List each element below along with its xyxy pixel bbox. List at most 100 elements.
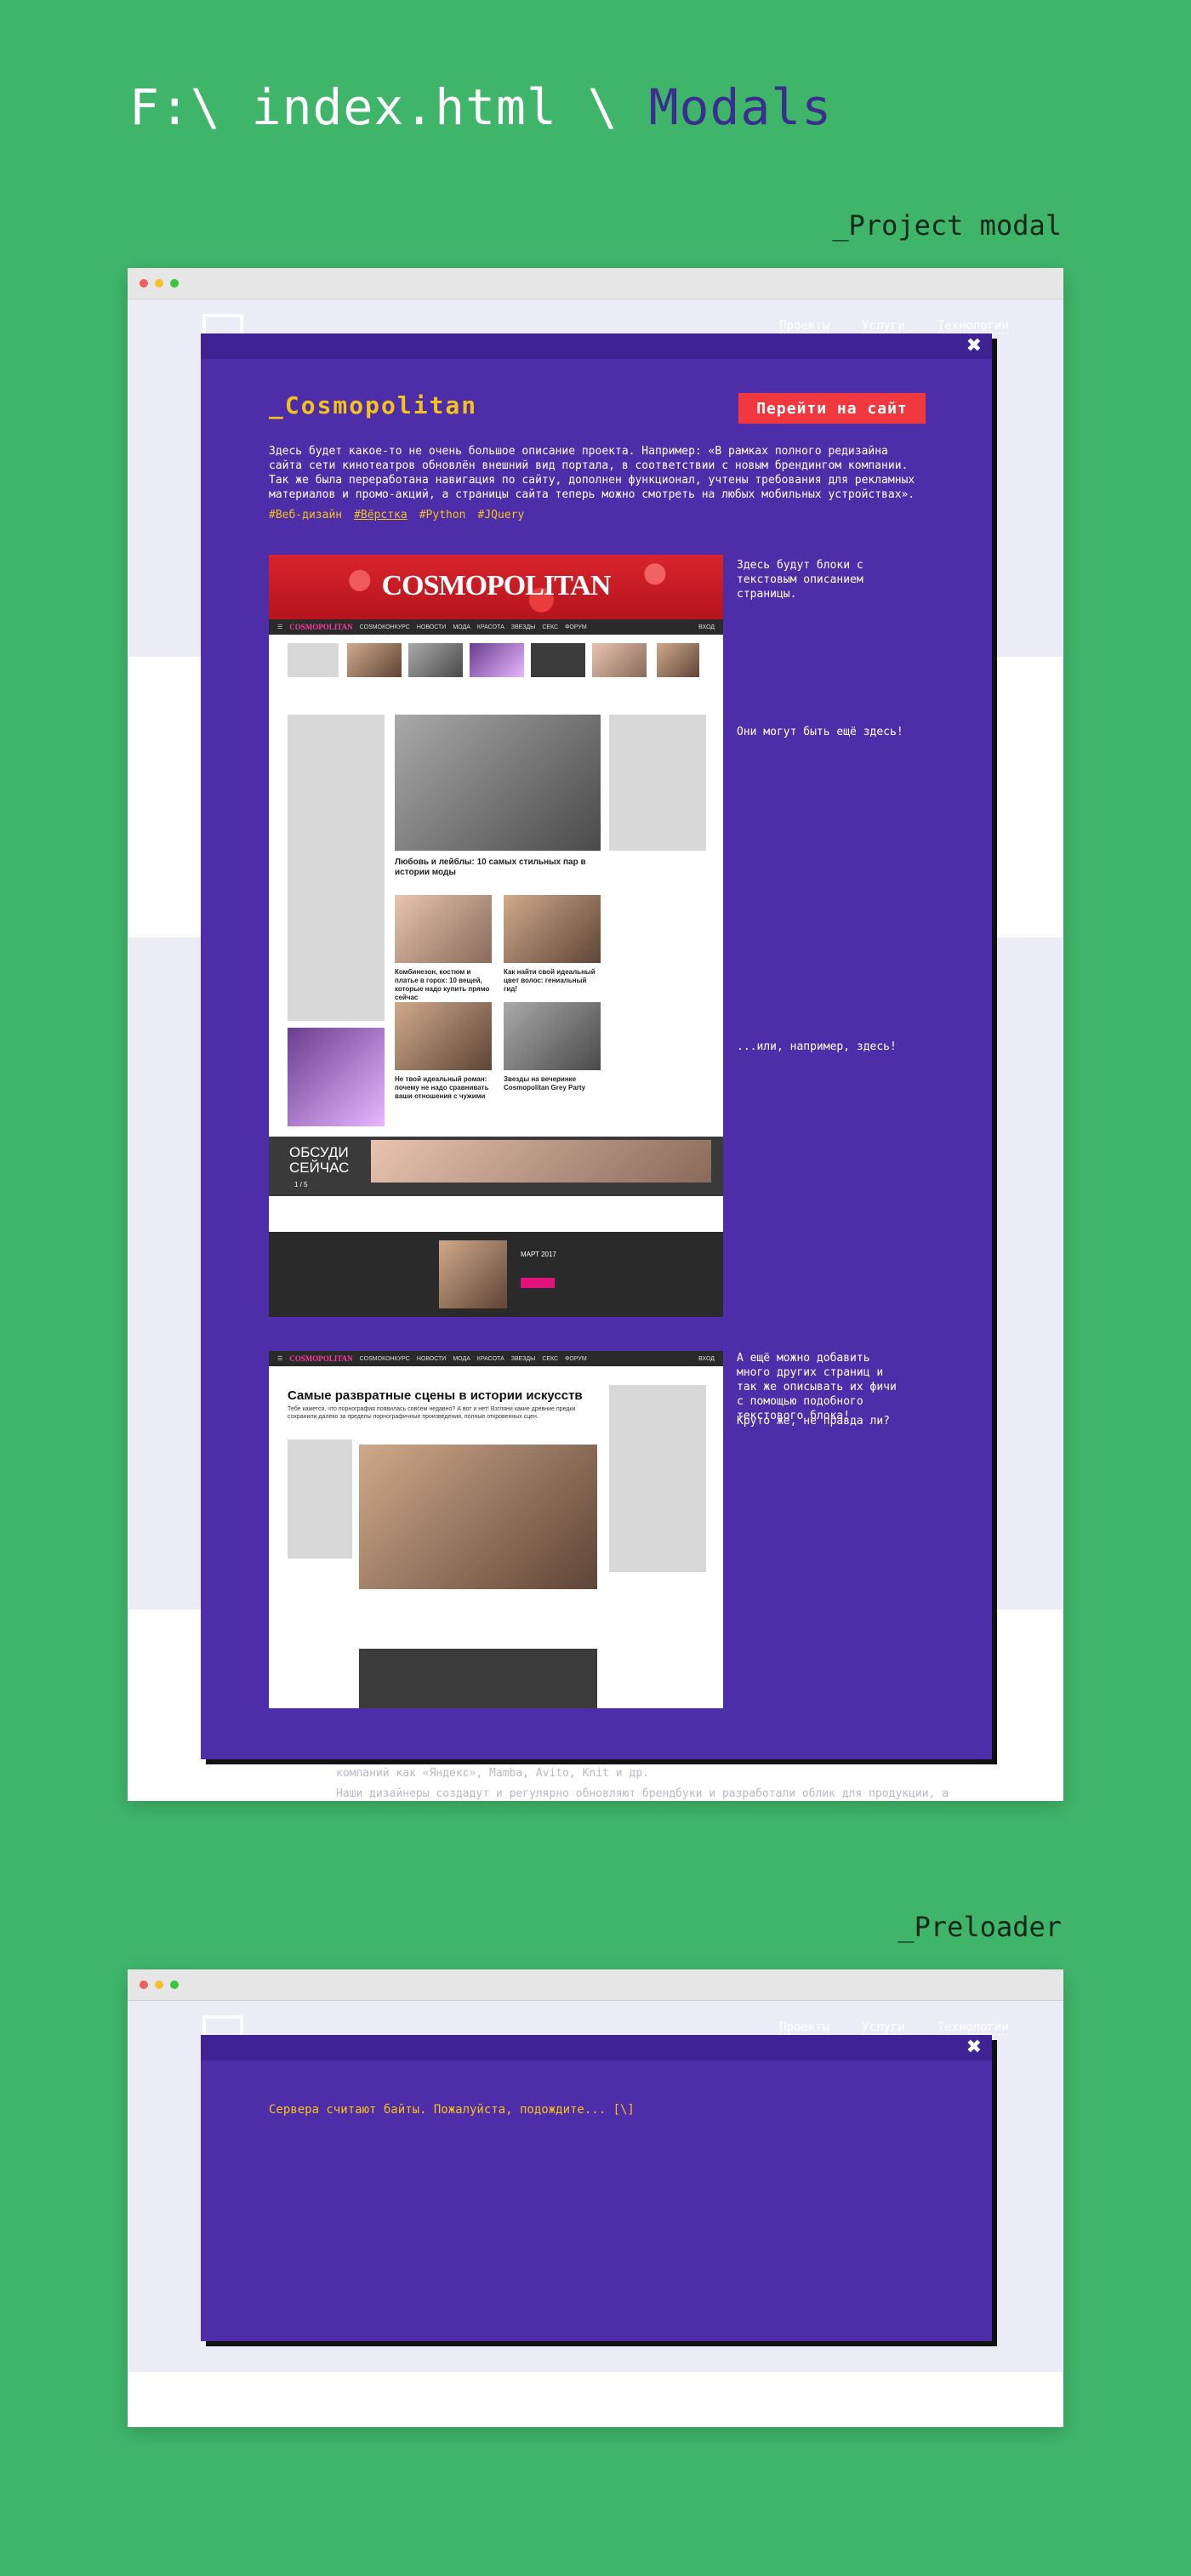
modal-header-bar: ✖	[201, 333, 992, 359]
preloader-modal: ✖ Сервера считают байты. Пожалуйста, под…	[201, 2035, 992, 2341]
project-tags: #Веб-дизайн #Вёрстка #Python #JQuery	[269, 509, 524, 521]
tile-headline: Не твой идеальный роман: почему не надо …	[395, 1075, 489, 1100]
article-lead: Тебе кажется, что порнография появилась …	[288, 1406, 576, 1420]
project-description: Здесь будет какое-то не очень большое оп…	[269, 445, 915, 501]
site-nav-item[interactable]: Услуги	[862, 2020, 905, 2035]
nav-login: ВХОД	[698, 1355, 715, 1362]
magazine-cover-image	[439, 1240, 507, 1308]
social-widget	[609, 715, 706, 851]
tag-link[interactable]: #JQuery	[478, 509, 525, 521]
tag-link[interactable]: #Веб-дизайн	[269, 509, 342, 521]
nav-item: НОВОСТИ	[416, 624, 447, 630]
close-dot-icon[interactable]	[140, 279, 148, 288]
window-titlebar	[128, 268, 1063, 299]
section-label-project-modal: _Project modal	[832, 209, 1062, 242]
project-screenshot-article: ☰ COSMOPOLITAN COSMOКОНКУРС НОВОСТИ МОДА…	[269, 1351, 723, 1708]
article-image-2	[359, 1649, 597, 1708]
nav-item: ЗВЕЗДЫ	[510, 1355, 536, 1362]
site-nav-item[interactable]: Проекты	[779, 319, 830, 333]
tag-link-active[interactable]: #Вёрстка	[354, 509, 407, 521]
nav-brand: COSMOPOLITAN	[289, 1354, 353, 1363]
behind-text: Наши дизайнеры создадут и регулярно обно…	[336, 1787, 949, 1800]
discuss-strip: ОБСУДИ СЕЙЧАС 1 / 5	[269, 1137, 723, 1196]
nav-item: КРАСОТА	[476, 1355, 504, 1362]
cosmopolitan-logo: COSMOPOLITAN	[381, 570, 612, 601]
nav-item: ФОРУМ	[565, 1355, 587, 1362]
teaser-image	[531, 643, 585, 677]
minimize-dot-icon[interactable]	[155, 1980, 163, 1989]
close-dot-icon[interactable]	[140, 1980, 148, 1989]
subscribe-button	[521, 1278, 555, 1288]
feature-image	[395, 715, 601, 851]
author-card	[288, 1439, 352, 1559]
nav-item: КРАСОТА	[476, 624, 504, 630]
maximize-dot-icon[interactable]	[170, 1980, 179, 1989]
site-band	[128, 2372, 1063, 2427]
close-icon[interactable]: ✖	[966, 335, 982, 356]
site-nav-item[interactable]: Технологии	[937, 319, 1009, 333]
path-title: F:\ index.html \ Modals	[129, 78, 832, 136]
issue-cover-image	[657, 643, 699, 677]
section-label-preloader: _Preloader	[898, 1911, 1062, 1943]
nav-item: НОВОСТИ	[416, 1355, 447, 1362]
discuss-label: ОБСУДИ СЕЙЧАС	[289, 1144, 350, 1176]
browser-window-project: Проекты Услуги Технологии компаний как «…	[128, 268, 1063, 1801]
teaser-image	[347, 643, 402, 677]
nav-item: МОДА	[453, 624, 470, 630]
side-note: Круто же, не правда ли?	[737, 1415, 891, 1428]
nav-item: СЕКС	[542, 1355, 559, 1362]
behind-text: компаний как «Яндекс», Mamba, Avito, Kni…	[336, 1767, 649, 1780]
article-image	[359, 1445, 597, 1589]
site-footer: МАРТ 2017	[269, 1232, 723, 1317]
teaser-image	[288, 643, 339, 677]
side-note: Здесь будут блоки с текстовым описанием …	[737, 559, 863, 601]
nav-item: COSMOКОНКУРС	[359, 1355, 410, 1362]
tile-headline: Комбинезон, костюм и платье в горох: 10 …	[395, 968, 490, 1001]
preloader-text: Сервера считают байты. Пожалуйста, подож…	[269, 2103, 635, 2117]
tile-image	[395, 1002, 492, 1070]
side-note: Они могут быть ещё здесь!	[737, 726, 903, 738]
minimize-dot-icon[interactable]	[155, 279, 163, 288]
path-prefix: F:\ index.html \	[129, 78, 618, 136]
browser-window-preloader: Проекты Услуги Технологии ✖ Сервера счит…	[128, 1969, 1063, 2427]
tile-image	[504, 895, 601, 963]
site-nav-item[interactable]: Услуги	[862, 319, 905, 333]
nav-item: COSMOКОНКУРС	[359, 624, 410, 630]
modal-header-bar: ✖	[201, 2035, 992, 2060]
path-current: Modals	[648, 78, 833, 136]
site-nav-item[interactable]: Технологии	[937, 2020, 1009, 2035]
cosmo-nav: ☰ COSMOPOLITAN COSMOКОНКУРС НОВОСТИ МОДА…	[269, 619, 723, 635]
sidebar-list	[288, 715, 385, 1021]
menu-icon: ☰	[277, 1356, 283, 1362]
tile-headline: Звезды на вечеринке Cosmopolitan Grey Pa…	[504, 1075, 586, 1091]
tile-headline: Как найти свой идеальный цвет волос: ген…	[504, 968, 596, 993]
side-note: А ещё можно добавить много других страни…	[737, 1352, 897, 1422]
nav-item: ФОРУМ	[565, 624, 587, 630]
tile-image	[504, 1002, 601, 1070]
maximize-dot-icon[interactable]	[170, 279, 179, 288]
nav-brand: COSMOPOLITAN	[289, 623, 353, 631]
feature-headline: Любовь и лейблы: 10 самых стильных пар в…	[395, 858, 586, 877]
site-nav: Проекты Услуги Технологии	[779, 319, 1009, 333]
nav-item: МОДА	[453, 1355, 470, 1362]
horoscope-image	[288, 1028, 385, 1126]
discuss-avatars	[371, 1140, 711, 1183]
project-modal: ✖ _Cosmopolitan Перейти на сайт Здесь бу…	[201, 333, 992, 1759]
tag-link[interactable]: #Python	[419, 509, 466, 521]
teaser-image	[408, 643, 463, 677]
project-screenshot-home: COSMOPOLITAN ☰ COSMOPOLITAN COSMOКОНКУРС…	[269, 555, 723, 1317]
cosmo-nav: ☰ COSMOPOLITAN COSMOКОНКУРС НОВОСТИ МОДА…	[269, 1351, 723, 1366]
tile-image	[395, 895, 492, 963]
hero-banner: COSMOPOLITAN	[269, 555, 723, 619]
discuss-pager: 1 / 5	[294, 1181, 308, 1188]
teaser-image	[592, 643, 647, 677]
nav-item: СЕКС	[542, 624, 559, 630]
article-title: Самые развратные сцены в истории искусст…	[288, 1388, 583, 1403]
site-nav-item[interactable]: Проекты	[779, 2020, 830, 2035]
goto-site-button[interactable]: Перейти на сайт	[738, 393, 926, 424]
side-note: ...или, например, здесь!	[737, 1040, 897, 1053]
nav-login: ВХОД	[698, 624, 715, 630]
close-icon[interactable]: ✖	[966, 2037, 982, 2058]
window-titlebar	[128, 1969, 1063, 2001]
nav-item: ЗВЕЗДЫ	[510, 624, 536, 630]
